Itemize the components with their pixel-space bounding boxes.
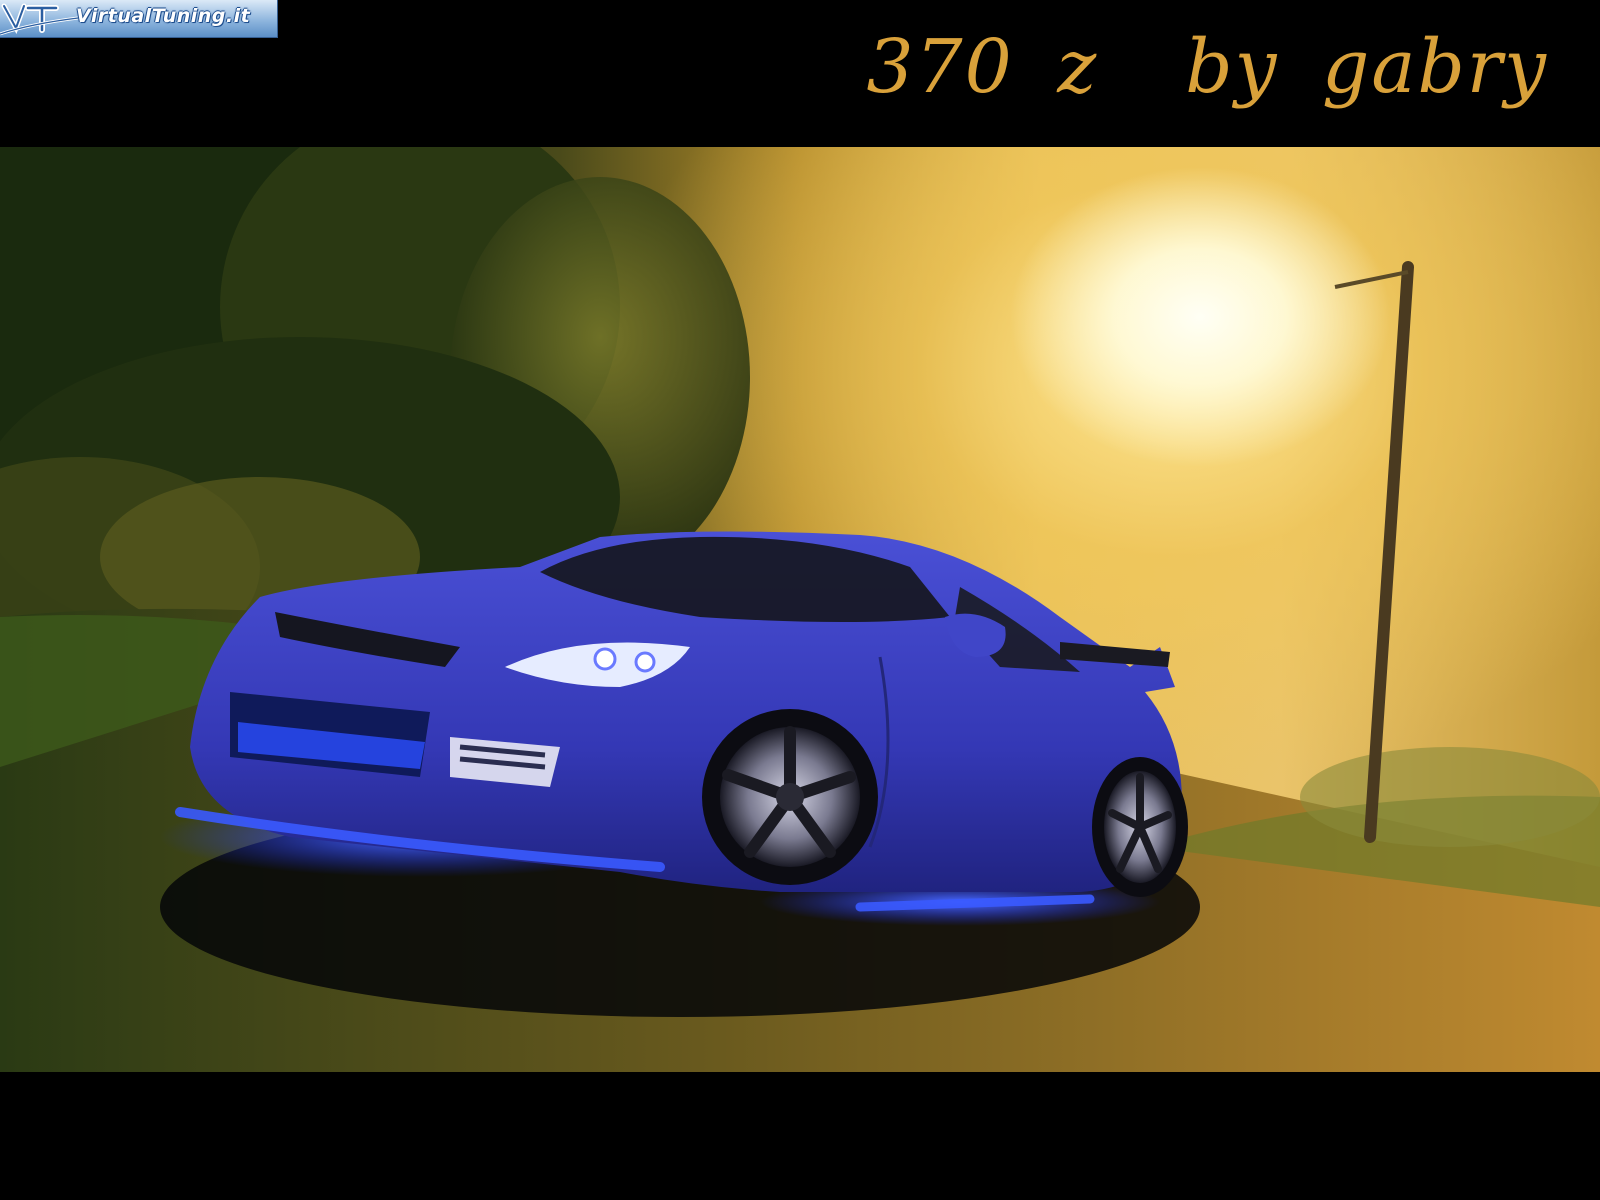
- wallpaper-title: 370 z by gabry: [866, 24, 1548, 110]
- front-wheel-icon: [702, 709, 878, 885]
- logo-text: VirtualTuning.it: [76, 5, 251, 27]
- wallpaper-canvas: VirtualTuning.it 370 z by gabry: [0, 0, 1600, 1200]
- site-logo: VirtualTuning.it: [0, 0, 278, 38]
- rear-wheel-icon: [1092, 757, 1188, 897]
- car-photo: [0, 147, 1600, 1072]
- scene-illustration: [0, 147, 1600, 1072]
- vt-logo-icon: [0, 3, 79, 36]
